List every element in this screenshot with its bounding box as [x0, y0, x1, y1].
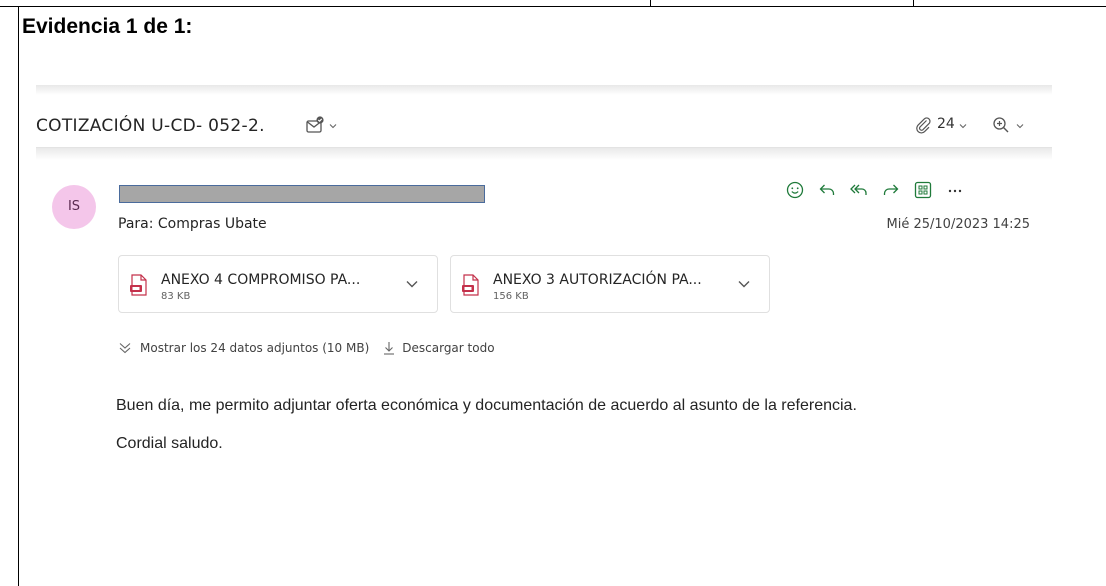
forward-button[interactable]	[875, 177, 907, 203]
attachment-card[interactable]: ANEXO 4 COMPROMISO PA... 83 KB	[118, 255, 438, 313]
attachment-controls: Mostrar los 24 datos adjuntos (10 MB) De…	[118, 341, 495, 355]
zoom-icon[interactable]	[991, 115, 1011, 135]
table-column-divider	[650, 0, 651, 7]
forward-icon	[883, 184, 899, 195]
paperclip-icon[interactable]	[914, 116, 932, 134]
reply-all-icon	[850, 184, 867, 195]
double-chevron-down-icon	[119, 343, 131, 354]
pdf-file-icon	[130, 274, 147, 296]
more-options-button[interactable]	[939, 177, 971, 203]
message-date: Mié 25/10/2023 14:25	[886, 217, 1030, 232]
header-separator	[36, 148, 1052, 160]
attachment-size: 156 KB	[493, 291, 529, 302]
table-border-top	[0, 6, 1106, 7]
email-body-closing: Cordial saludo.	[116, 435, 223, 452]
attachment-card[interactable]: ANEXO 3 AUTORIZACIÓN PA... 156 KB	[450, 255, 770, 313]
show-all-attachments-link[interactable]: Mostrar los 24 datos adjuntos (10 MB)	[140, 341, 369, 355]
evidence-title: Evidencia 1 de 1:	[22, 15, 193, 38]
chevron-down-icon[interactable]	[405, 279, 419, 289]
pdf-file-icon	[462, 274, 479, 296]
emoji-icon	[786, 181, 804, 199]
document-page: Evidencia 1 de 1: COTIZACIÓN U-CD- 052-2…	[0, 0, 1106, 586]
sender-name-redacted	[119, 185, 485, 203]
avatar[interactable]: IS	[52, 185, 96, 229]
mail-check-icon[interactable]	[305, 115, 325, 135]
emoji-button[interactable]	[779, 177, 811, 203]
email-screenshot: COTIZACIÓN U-CD- 052-2. 24 IS Para: Comp…	[36, 85, 1052, 495]
chevron-down-icon[interactable]	[958, 121, 968, 131]
chevron-down-icon[interactable]	[1015, 121, 1025, 131]
reply-all-button[interactable]	[843, 177, 875, 203]
message-actions	[779, 177, 971, 203]
recipient-line: Para: Compras Ubate	[118, 216, 267, 232]
more-icon	[948, 189, 962, 193]
top-shade	[36, 85, 1052, 95]
download-all-link[interactable]: Descargar todo	[383, 341, 495, 355]
subject-bar: COTIZACIÓN U-CD- 052-2. 24	[36, 95, 1052, 148]
email-subject: COTIZACIÓN U-CD- 052-2.	[36, 116, 265, 136]
download-icon	[384, 342, 395, 355]
apps-button[interactable]	[907, 177, 939, 203]
chevron-down-icon[interactable]	[737, 279, 751, 289]
apps-icon	[914, 181, 932, 199]
attachment-list: ANEXO 4 COMPROMISO PA... 83 KB ANEXO 3 A…	[118, 255, 770, 313]
attachment-count: 24	[937, 116, 955, 132]
attachment-name: ANEXO 4 COMPROMISO PA...	[161, 272, 361, 288]
download-all-label: Descargar todo	[402, 341, 495, 355]
chevron-down-icon[interactable]	[328, 121, 338, 131]
reply-button[interactable]	[811, 177, 843, 203]
reply-icon	[819, 184, 835, 195]
attachment-name: ANEXO 3 AUTORIZACIÓN PA...	[493, 272, 702, 288]
table-border-left	[18, 6, 19, 586]
email-body-paragraph: Buen día, me permito adjuntar oferta eco…	[116, 397, 857, 414]
table-column-divider	[913, 0, 914, 7]
attachment-size: 83 KB	[161, 291, 191, 302]
